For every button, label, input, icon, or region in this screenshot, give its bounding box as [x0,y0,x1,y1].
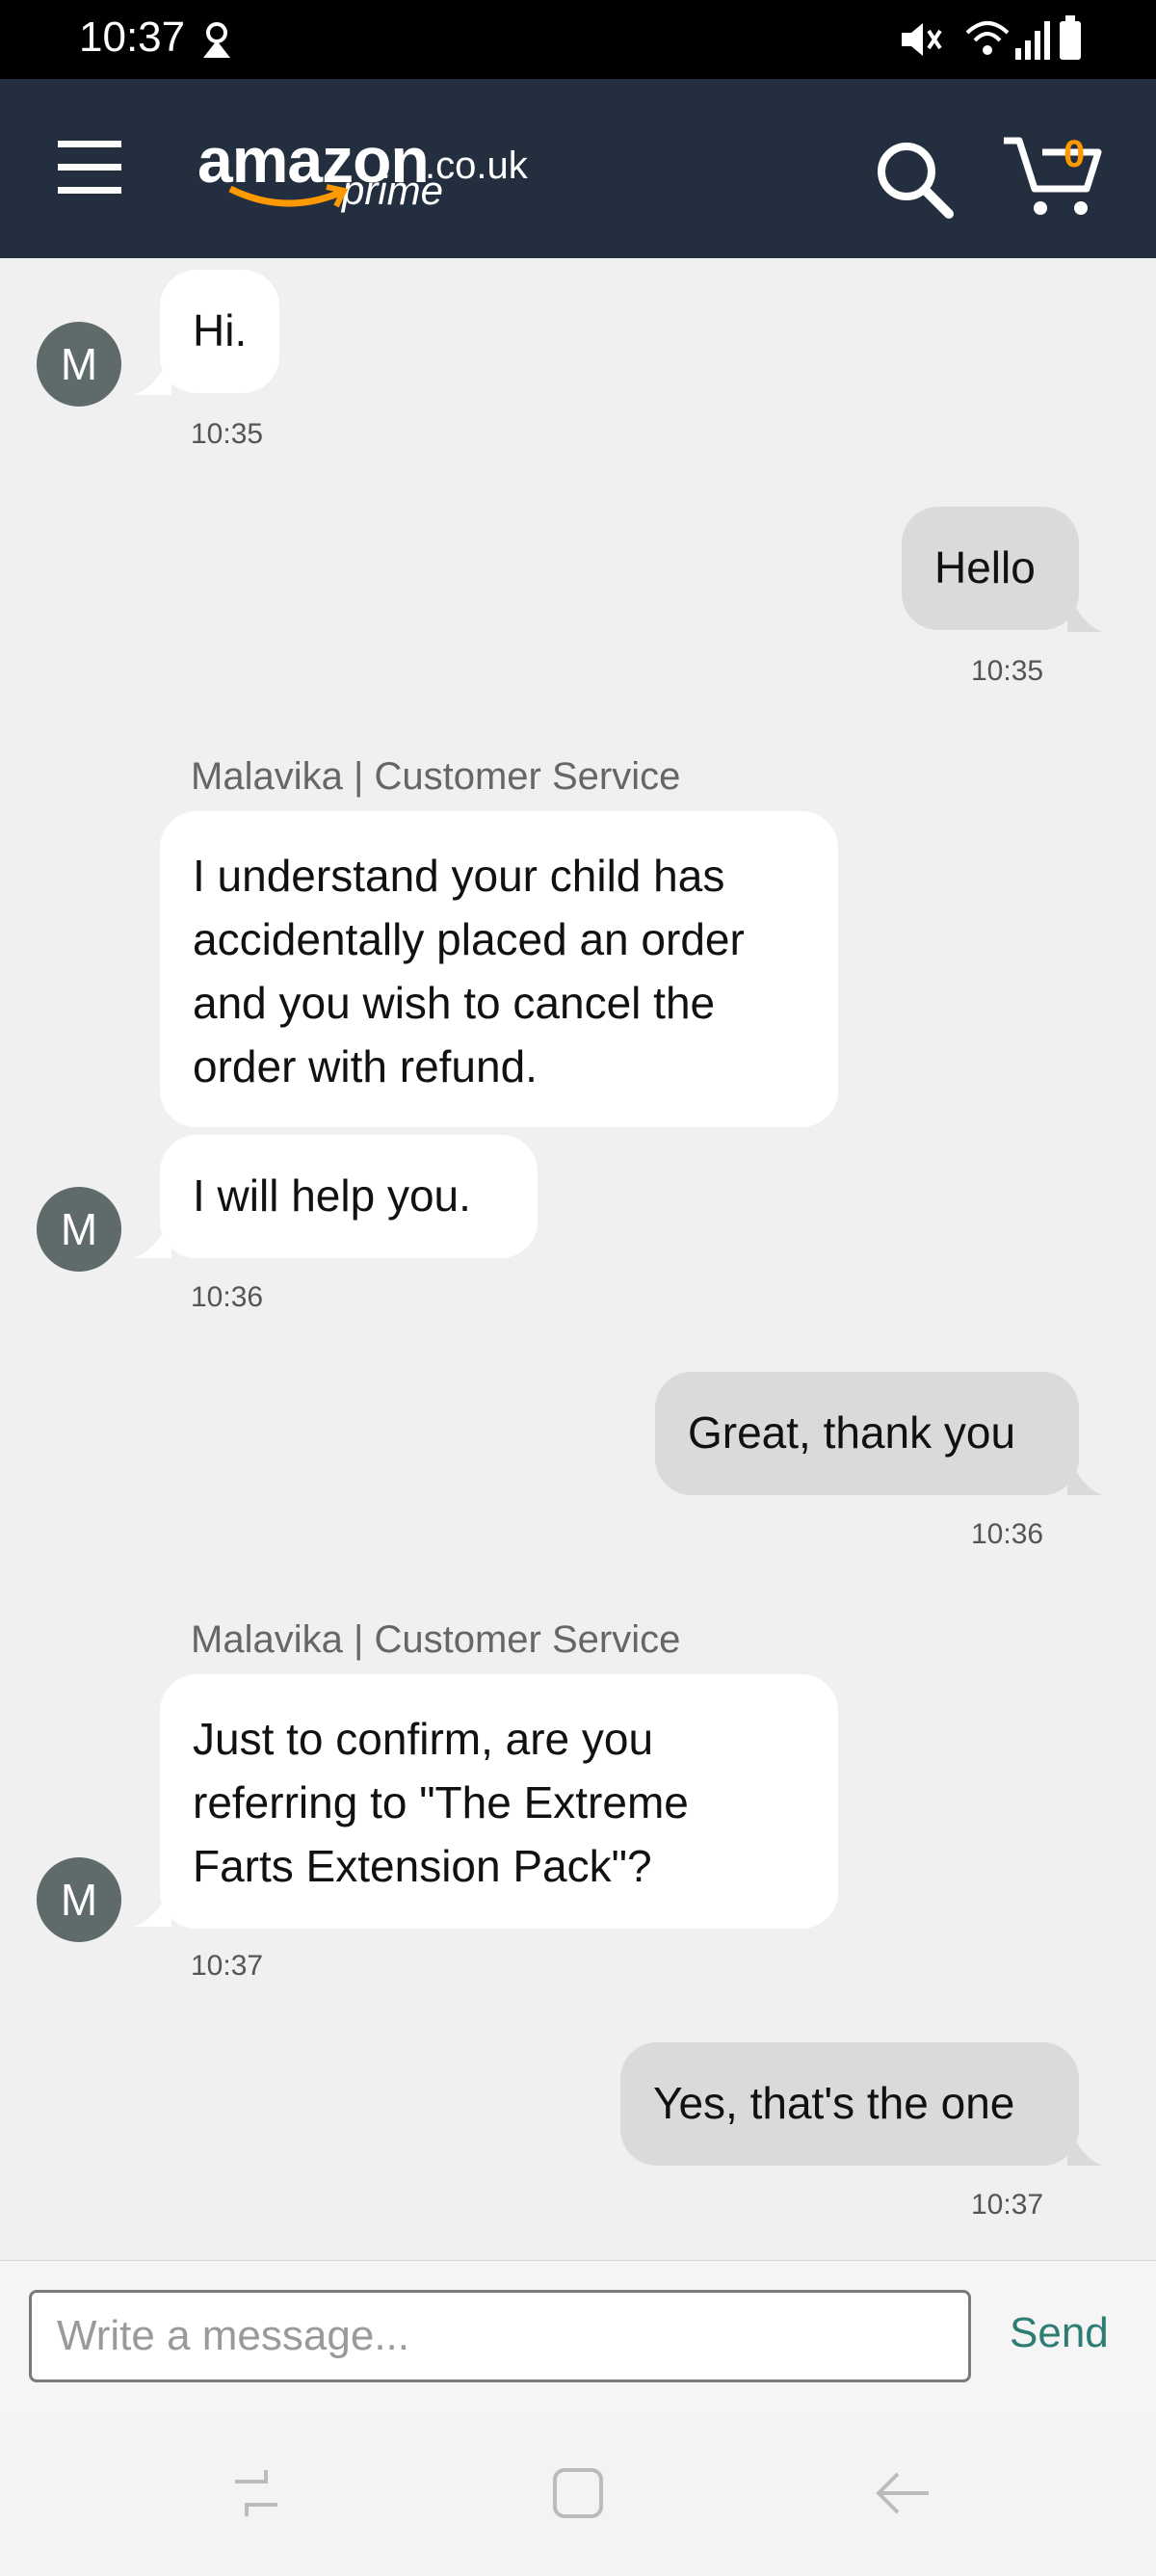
home-icon[interactable] [549,2464,607,2527]
message-time: 10:35 [971,655,1044,687]
bubble-tail [1067,2116,1102,2166]
mute-icon [896,17,944,66]
battery-icon [1058,15,1083,66]
message-line: order with refund. [193,1041,538,1091]
recent-apps-icon[interactable] [227,2464,285,2527]
message-line: referring to "The Extreme [193,1777,689,1827]
message-line: and you wish to cancel the [193,978,716,1028]
message-text: Hi. [193,305,248,355]
cart-icon[interactable]: 0 [1002,133,1108,220]
message-input[interactable] [29,2290,971,2382]
notification-icon [197,19,236,66]
message-line: Farts Extension Pack"? [193,1841,652,1891]
cart-count: 0 [1064,133,1086,175]
agent-avatar: M [37,1187,121,1272]
app-header: amazon .co.uk prime 0 [0,79,1156,258]
status-bar: 10:37 [0,0,1156,79]
bubble-tail [1067,1445,1102,1495]
user-message: Great, thank you [655,1372,1079,1495]
message-time: 10:37 [971,2189,1044,2221]
logo-prime: prime [342,168,444,213]
send-button[interactable]: Send [1010,2309,1109,2357]
smile-arrow-icon [228,184,349,208]
message-line: I understand your child has [193,851,725,901]
system-nav-bar [0,2414,1156,2576]
search-icon[interactable] [872,137,959,223]
message-composer: Send [0,2260,1156,2414]
message-time: 10:36 [971,1518,1044,1550]
agent-message: I understand your child has accidentally… [160,811,838,1127]
agent-message: Just to confirm, are you referring to "T… [160,1674,838,1929]
amazon-prime-logo[interactable]: amazon .co.uk prime [197,123,544,229]
agent-message: I will help you. [160,1135,538,1258]
message-time: 10:35 [191,418,264,450]
message-line: Just to confirm, are you [193,1714,654,1764]
back-icon[interactable] [871,2464,934,2527]
signal-icon [1013,17,1056,66]
agent-avatar: M [37,322,121,407]
sender-name: Malavika | Customer Service [191,755,681,798]
message-time: 10:37 [191,1950,264,1982]
user-message: Hello [902,507,1079,630]
bubble-tail [1067,582,1102,632]
message-text: Great, thank you [688,1407,1016,1458]
menu-icon[interactable] [58,141,121,195]
message-text: Yes, that's the one [653,2078,1015,2128]
status-time: 10:37 [79,13,186,61]
agent-avatar: M [37,1857,121,1942]
message-line: accidentally placed an order [193,914,745,964]
sender-name: Malavika | Customer Service [191,1618,681,1661]
message-text: I will help you. [193,1170,471,1221]
message-time: 10:36 [191,1281,264,1313]
message-text: Hello [934,542,1036,592]
agent-message: Hi. [160,270,279,393]
user-message: Yes, that's the one [620,2042,1079,2166]
wifi-icon [963,17,1012,66]
